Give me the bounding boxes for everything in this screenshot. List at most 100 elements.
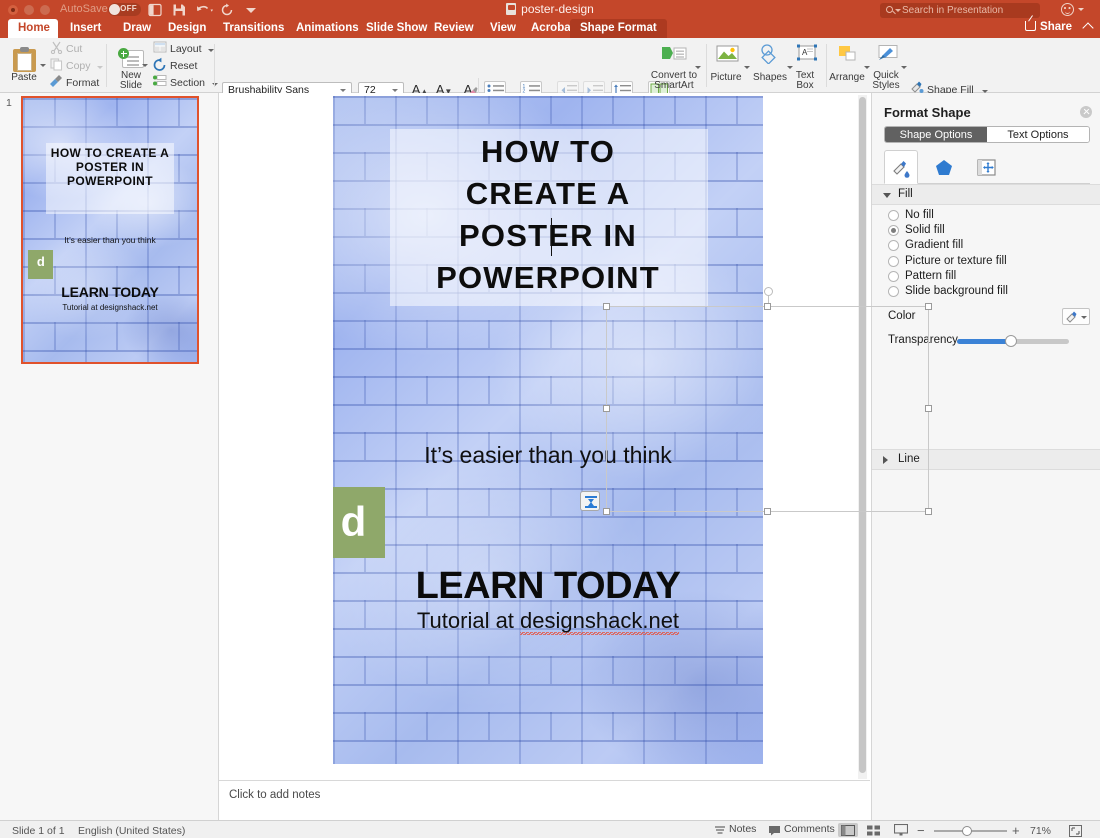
normal-view-button[interactable] <box>838 823 858 837</box>
fill-section-header[interactable]: Fill <box>872 184 1100 205</box>
quick-styles-caret[interactable] <box>901 56 907 74</box>
share-icon <box>1025 21 1036 31</box>
label-no-fill: No fill <box>905 209 934 221</box>
handle-bottom-center[interactable] <box>764 508 771 515</box>
handle-top-right[interactable] <box>925 303 932 310</box>
zoom-level-label[interactable]: 71% <box>1030 825 1051 837</box>
radio-solid-fill[interactable] <box>888 225 899 236</box>
ribbon-toolbar: Paste Cut Copy Format <box>0 38 1100 93</box>
close-icon[interactable] <box>1080 106 1092 118</box>
convert-to-smartart-button[interactable]: Convert to SmartArt <box>648 44 700 91</box>
tab-insert[interactable]: Insert <box>60 19 111 38</box>
text-box-label-2: Box <box>788 81 822 91</box>
fill-and-line-icon[interactable] <box>884 150 918 184</box>
label-gradient-fill: Gradient fill <box>905 239 963 251</box>
shapes-button[interactable]: Shapes <box>752 44 788 83</box>
picture-caret[interactable] <box>744 56 750 74</box>
fill-color-picker[interactable] <box>1062 308 1090 325</box>
radio-pattern-fill[interactable] <box>888 271 899 282</box>
title-line-2: CREATE A <box>380 173 715 215</box>
share-button[interactable]: Share <box>1025 21 1072 33</box>
cut-button[interactable]: Cut <box>66 43 82 55</box>
tab-review[interactable]: Review <box>424 19 484 38</box>
title-line-4: POWERPOINT <box>380 257 715 299</box>
fit-to-window-icon[interactable] <box>1069 824 1082 836</box>
tab-text-options[interactable]: Text Options <box>987 127 1089 142</box>
search-icon <box>886 6 893 13</box>
transparency-slider-knob[interactable] <box>1005 335 1017 347</box>
handle-top-center[interactable] <box>764 303 771 310</box>
slide-edit-area[interactable]: HOW TO CREATE A POSTER IN POWERPOINT It’… <box>219 93 870 780</box>
label-slide-background-fill: Slide background fill <box>905 285 1008 297</box>
slide-thumbnail-1[interactable]: HOW TO CREATE A POSTER IN POWERPOINT It’… <box>21 96 199 364</box>
document-title-text: poster-design <box>521 2 594 16</box>
chevron-down-icon <box>895 9 901 12</box>
font-family-chevron-down-icon <box>340 89 346 92</box>
radio-no-fill[interactable] <box>888 210 899 221</box>
slide-cta-text[interactable]: LEARN TODAY <box>359 565 737 608</box>
zoom-slider-knob[interactable] <box>962 826 972 836</box>
radio-picture-fill[interactable] <box>888 256 899 267</box>
handle-middle-left[interactable] <box>603 405 610 412</box>
tab-draw[interactable]: Draw <box>113 19 161 38</box>
layout-button[interactable]: Layout <box>170 43 214 55</box>
tab-shape-format[interactable]: Shape Format <box>570 19 667 38</box>
rotation-handle[interactable] <box>764 287 773 296</box>
tab-home[interactable]: Home <box>8 19 58 38</box>
new-slide-dropdown-caret[interactable] <box>142 54 148 72</box>
language-indicator[interactable]: English (United States) <box>78 825 185 837</box>
slide-footer-text[interactable]: Tutorial at designshack.net <box>359 608 737 634</box>
effects-icon[interactable] <box>927 150 961 184</box>
section-button[interactable]: Section <box>170 77 218 89</box>
tab-transitions[interactable]: Transitions <box>213 19 294 38</box>
zoom-in-button[interactable]: + <box>1012 823 1020 837</box>
title-line-1: HOW TO <box>380 131 715 173</box>
paste-dropdown-caret[interactable] <box>40 54 46 72</box>
presenter-view-button[interactable] <box>891 823 911 837</box>
slide-indicator: Slide 1 of 1 <box>12 825 65 837</box>
slide-thumbnail-pane: 1 HOW TO CREATE A POSTER IN POWERPOINT I… <box>0 93 219 820</box>
comments-button[interactable]: Comments <box>768 823 835 837</box>
arrange-button[interactable]: Arrange <box>828 44 866 83</box>
tab-design[interactable]: Design <box>158 19 216 38</box>
title-bar: AutoSave OFF poster-design <box>0 0 1100 19</box>
slide-sorter-button[interactable] <box>864 823 884 837</box>
notes-pane[interactable]: Click to add notes <box>219 780 870 820</box>
notes-button[interactable]: Notes <box>714 823 756 837</box>
format-shape-title: Format Shape <box>884 105 971 120</box>
powerpoint-file-icon <box>506 3 516 15</box>
handle-bottom-right[interactable] <box>925 508 932 515</box>
new-slide-icon <box>118 48 144 70</box>
format-painter-button[interactable]: Format <box>66 77 99 89</box>
paste-icon <box>13 47 36 72</box>
smartart-caret[interactable] <box>695 56 701 74</box>
status-bar: Slide 1 of 1 English (United States) Not… <box>0 820 1100 838</box>
reset-button[interactable]: Reset <box>170 60 197 72</box>
paste-label: Paste <box>0 73 48 83</box>
search-input[interactable]: Search in Presentation <box>880 3 1040 18</box>
label-solid-fill: Solid fill <box>905 224 945 236</box>
text-box-button[interactable]: A Text Box <box>788 44 822 91</box>
quick-styles-button[interactable]: Quick Styles <box>868 44 904 91</box>
zoom-out-button[interactable]: − <box>917 823 925 837</box>
cut-label: Cut <box>66 43 82 55</box>
slide-title-text[interactable]: HOW TO CREATE A POSTER IN POWERPOINT <box>380 131 715 299</box>
chevron-up-icon[interactable] <box>1082 22 1093 33</box>
tab-view[interactable]: View <box>480 19 526 38</box>
handle-bottom-left[interactable] <box>603 508 610 515</box>
handle-middle-right[interactable] <box>925 405 932 412</box>
handle-top-left[interactable] <box>603 303 610 310</box>
radio-slide-background-fill[interactable] <box>888 286 899 297</box>
vertical-align-indicator-icon[interactable] <box>580 491 600 511</box>
reset-label: Reset <box>170 60 197 72</box>
feedback-chevron-down-icon[interactable] <box>1078 8 1084 11</box>
designshack-badge[interactable]: d <box>333 487 385 558</box>
size-and-properties-icon[interactable] <box>970 150 1004 184</box>
radio-gradient-fill[interactable] <box>888 240 899 251</box>
picture-button[interactable]: Picture <box>708 44 744 83</box>
tab-shape-options[interactable]: Shape Options <box>885 127 987 142</box>
copy-button[interactable]: Copy <box>66 60 103 72</box>
ribbon-tab-bar: Home Insert Draw Design Transitions Anim… <box>0 19 1100 38</box>
feedback-smiley-icon[interactable] <box>1061 3 1074 16</box>
shape-selection-frame <box>606 306 929 512</box>
